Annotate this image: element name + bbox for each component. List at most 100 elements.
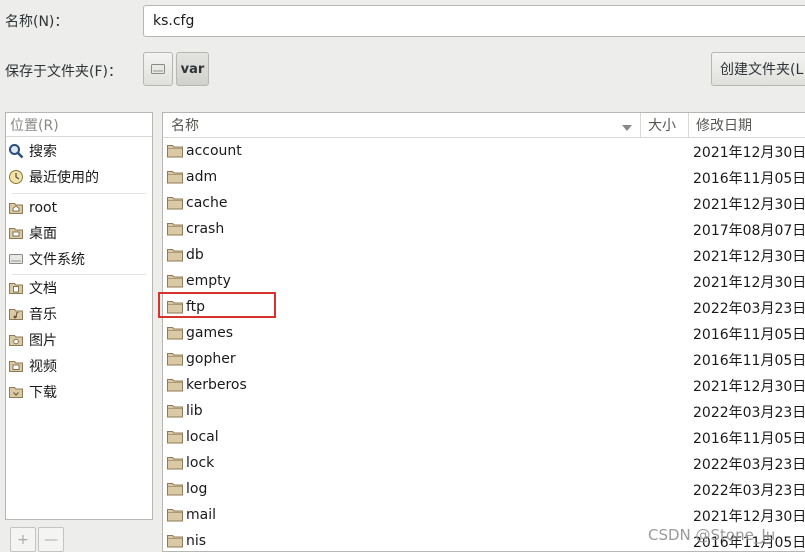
place-label: 搜索 bbox=[29, 144, 57, 160]
filename-input[interactable]: ks.cfg bbox=[143, 5, 805, 37]
file-name: gopher bbox=[186, 351, 236, 367]
path-segment-var[interactable]: var bbox=[176, 52, 209, 86]
column-header-modified[interactable]: 修改日期 bbox=[688, 113, 805, 137]
file-date: 2021年12月30日 bbox=[693, 275, 805, 291]
folder-icon bbox=[167, 170, 183, 184]
place-downloads[interactable]: 下载 bbox=[8, 380, 57, 404]
folder-icon bbox=[167, 248, 183, 262]
downloads-folder-icon bbox=[8, 384, 24, 400]
file-date: 2016年11月05日 bbox=[693, 327, 805, 343]
place-music[interactable]: 音乐 bbox=[8, 302, 57, 326]
pictures-folder-icon bbox=[8, 332, 24, 348]
create-folder-button[interactable]: 创建文件夹(L bbox=[711, 52, 805, 86]
folder-icon bbox=[167, 482, 183, 496]
place-label: root bbox=[29, 200, 58, 216]
sort-down-icon bbox=[622, 120, 632, 136]
places-divider bbox=[12, 193, 146, 194]
folder-icon bbox=[167, 378, 183, 392]
file-list: 名称 大小 修改日期 account 2021年12月30日 adm 2016年11月… bbox=[162, 112, 805, 552]
music-folder-icon bbox=[8, 306, 24, 322]
place-label: 桌面 bbox=[29, 226, 57, 242]
folder-icon bbox=[167, 326, 183, 340]
file-name: mail bbox=[186, 507, 216, 523]
column-header-name[interactable]: 名称 bbox=[163, 113, 640, 137]
place-documents[interactable]: 文档 bbox=[8, 276, 57, 300]
place-root[interactable]: root bbox=[8, 196, 57, 220]
file-name: db bbox=[186, 247, 204, 263]
file-row[interactable]: db 2021年12月30日 bbox=[163, 243, 805, 269]
file-name: crash bbox=[186, 221, 225, 237]
place-search[interactable]: 搜索 bbox=[8, 139, 57, 163]
file-name: log bbox=[186, 481, 208, 497]
places-toolbar: + — bbox=[5, 525, 65, 552]
search-icon bbox=[8, 143, 24, 159]
places-divider bbox=[12, 274, 146, 275]
place-desktop[interactable]: 桌面 bbox=[8, 221, 57, 245]
column-modified-label: 修改日期 bbox=[696, 118, 752, 134]
place-filesystem[interactable]: 文件系统 bbox=[8, 247, 85, 271]
file-row[interactable]: lib 2022年03月23日 bbox=[163, 399, 805, 425]
watermark: CSDN @Stone_Ju bbox=[648, 526, 776, 544]
file-row[interactable]: crash 2017年08月07日 bbox=[163, 217, 805, 243]
file-name: local bbox=[186, 429, 219, 445]
place-label: 文件系统 bbox=[29, 252, 85, 268]
place-videos[interactable]: 视频 bbox=[8, 354, 57, 378]
place-pictures[interactable]: 图片 bbox=[8, 328, 57, 352]
file-row[interactable]: kerberos 2021年12月30日 bbox=[163, 373, 805, 399]
remove-bookmark-button[interactable]: — bbox=[38, 527, 64, 552]
file-row[interactable]: games 2016年11月05日 bbox=[163, 321, 805, 347]
file-row[interactable]: local 2016年11月05日 bbox=[163, 425, 805, 451]
column-size-label: 大小 bbox=[648, 118, 676, 134]
file-row[interactable]: account 2021年12月30日 bbox=[163, 139, 805, 165]
file-name: account bbox=[186, 143, 242, 159]
file-date: 2016年11月05日 bbox=[693, 353, 805, 369]
folder-icon bbox=[167, 274, 183, 288]
drive-icon bbox=[151, 64, 165, 74]
file-row[interactable]: gopher 2016年11月05日 bbox=[163, 347, 805, 373]
name-label: 名称(N)： bbox=[5, 14, 69, 30]
file-name: nis bbox=[186, 533, 207, 549]
file-name: empty bbox=[186, 273, 231, 289]
place-label: 下载 bbox=[29, 385, 57, 401]
place-label: 图片 bbox=[29, 333, 57, 349]
place-label: 文档 bbox=[29, 281, 57, 297]
file-date: 2022年03月23日 bbox=[693, 301, 805, 317]
file-date: 2017年08月07日 bbox=[693, 223, 805, 239]
file-row[interactable]: log 2022年03月23日 bbox=[163, 477, 805, 503]
folder-icon bbox=[167, 534, 183, 548]
file-date: 2021年12月30日 bbox=[693, 509, 805, 525]
file-date: 2022年03月23日 bbox=[693, 483, 805, 499]
column-header-size[interactable]: 大小 bbox=[640, 113, 688, 137]
add-bookmark-button[interactable]: + bbox=[10, 527, 36, 552]
drive-icon bbox=[8, 251, 24, 267]
path-root-button[interactable] bbox=[143, 52, 173, 86]
file-name: kerberos bbox=[186, 377, 247, 393]
place-label: 音乐 bbox=[29, 307, 57, 323]
file-row[interactable]: cache 2021年12月30日 bbox=[163, 191, 805, 217]
folder-icon bbox=[167, 508, 183, 522]
file-name: cache bbox=[186, 195, 228, 211]
folder-icon bbox=[167, 352, 183, 366]
recent-icon bbox=[8, 169, 24, 185]
place-label: 最近使用的 bbox=[29, 170, 99, 186]
file-name: lib bbox=[186, 403, 203, 419]
file-row[interactable]: lock 2022年03月23日 bbox=[163, 451, 805, 477]
file-date: 2021年12月30日 bbox=[693, 145, 805, 161]
file-date: 2021年12月30日 bbox=[693, 379, 805, 395]
highlight-annotation bbox=[158, 292, 276, 318]
file-name: adm bbox=[186, 169, 218, 185]
places-sidebar: 位置(R) 搜索 最近使用的 root 桌面 文件系统 文档 音乐 图片 视频 … bbox=[5, 112, 153, 520]
file-list-header: 名称 大小 修改日期 bbox=[163, 113, 805, 138]
place-recent[interactable]: 最近使用的 bbox=[8, 165, 99, 189]
file-row[interactable]: adm 2016年11月05日 bbox=[163, 165, 805, 191]
save-in-label: 保存于文件夹(F)： bbox=[5, 64, 122, 80]
file-date: 2021年12月30日 bbox=[693, 197, 805, 213]
folder-icon bbox=[167, 404, 183, 418]
folder-icon bbox=[167, 222, 183, 236]
file-name: games bbox=[186, 325, 234, 341]
documents-folder-icon bbox=[8, 280, 24, 296]
places-header[interactable]: 位置(R) bbox=[6, 113, 152, 137]
folder-icon bbox=[167, 456, 183, 470]
file-date: 2021年12月30日 bbox=[693, 249, 805, 265]
folder-icon bbox=[167, 144, 183, 158]
